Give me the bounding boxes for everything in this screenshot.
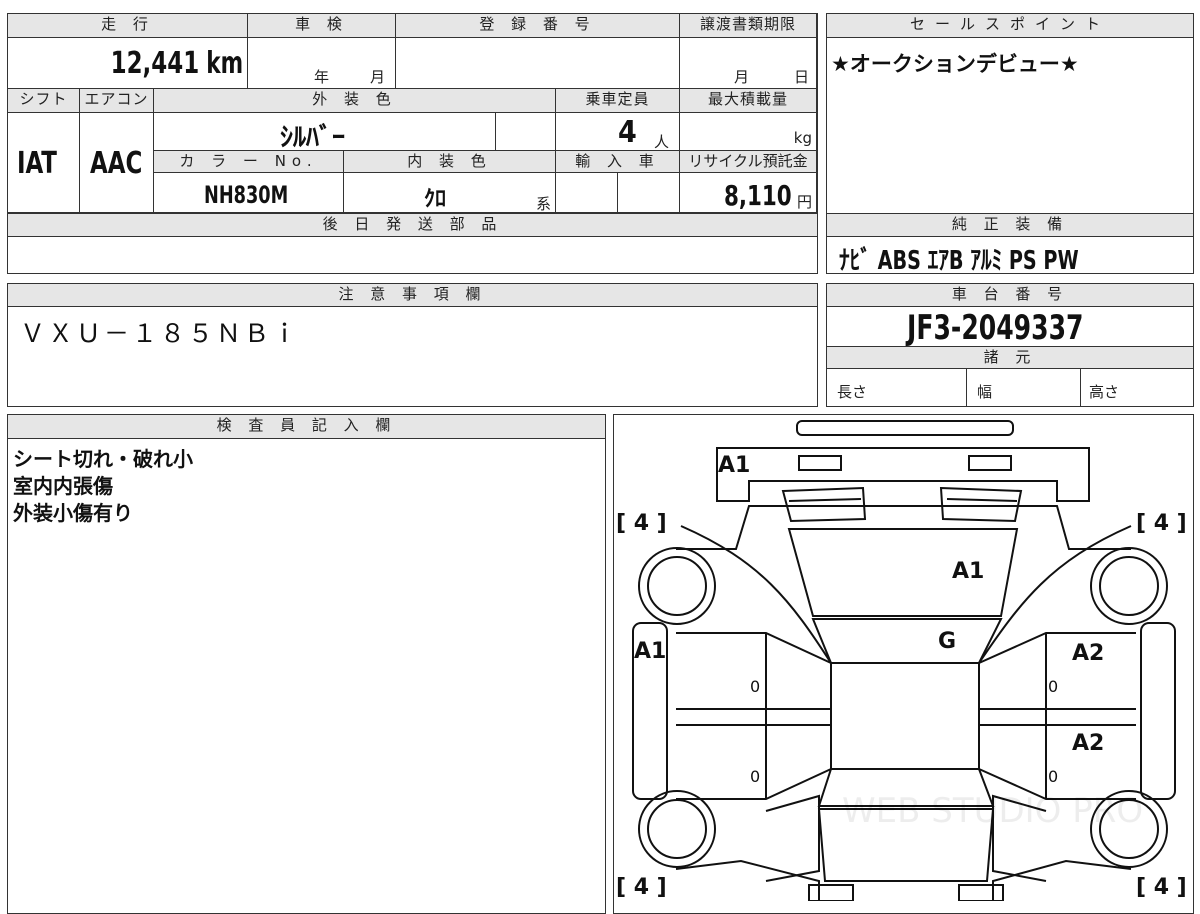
door-zero-left-rear: 0 xyxy=(750,767,761,786)
exterior-color-value: ｼﾙﾊﾞｰ xyxy=(280,123,346,153)
shift-header: シフト xyxy=(8,89,80,113)
length-cell: 長さ xyxy=(827,369,967,406)
max-load-header: 最大積載量 xyxy=(680,89,817,113)
color-no-value: NH830M xyxy=(204,181,289,209)
car-damage-diagram: [ 4 ] [ 4 ] [ 4 ] [ 4 ] A1 A1 G A1 A2 A2… xyxy=(613,414,1194,914)
door-zero-right-rear: 0 xyxy=(1048,767,1059,786)
sales-point-box: セールスポイント ★オークションデビュー★ xyxy=(826,13,1194,214)
shaken-header: 車 検 xyxy=(248,14,396,38)
damage-hood: A1 xyxy=(952,559,985,584)
aircon-cell: AAC xyxy=(80,113,154,213)
chassis-header: 車 台 番 号 xyxy=(827,284,1193,307)
exterior-color-header: 外 装 色 xyxy=(154,89,556,113)
transfer-deadline-header: 譲渡書類期限 xyxy=(680,14,817,38)
chassis-number: JF3-2049337 xyxy=(907,308,1084,348)
notes-header: 注 意 事 項 欄 xyxy=(8,284,817,307)
sales-point-header: セールスポイント xyxy=(827,14,1193,38)
vehicle-info-form: 走 行 車 検 登 録 番 号 譲渡書類期限 12,441 km 年 月 月 日… xyxy=(7,13,818,214)
aircon-header: エアコン xyxy=(80,89,154,113)
mileage-cell: 12,441 km xyxy=(8,38,248,89)
chassis-box: 車 台 番 号 JF3-2049337 諸 元 長さ 幅 高さ xyxy=(826,283,1194,407)
equipment-header: 純 正 装 備 xyxy=(827,214,1193,237)
inspector-line-1: シート切れ・破れ小 xyxy=(13,447,193,471)
registration-header: 登 録 番 号 xyxy=(396,14,680,38)
height-label: 高さ xyxy=(1089,383,1120,401)
interior-color-header: 内 装 色 xyxy=(344,151,556,173)
import-cell-right xyxy=(618,173,680,213)
mileage-value: 12,441 xyxy=(110,46,199,81)
capacity-header: 乗車定員 xyxy=(556,89,680,113)
interior-color-suffix: 系 xyxy=(536,195,552,213)
length-label: 長さ xyxy=(837,383,868,401)
shaken-year: 年 xyxy=(314,68,330,86)
shift-cell: IAT xyxy=(8,113,80,213)
later-parts-header: 後 日 発 送 部 品 xyxy=(8,214,817,237)
capacity-unit: 人 xyxy=(654,133,670,151)
max-load-cell: kg xyxy=(680,113,817,151)
aircon-value: AAC xyxy=(90,146,143,181)
interior-color-value: ｸﾛ xyxy=(424,187,447,212)
inspector-header: 検 査 員 記 入 欄 xyxy=(8,415,605,439)
door-zero-right-front: 0 xyxy=(1048,677,1059,696)
capacity-value: 4 xyxy=(618,115,637,150)
damage-right-rear-door: A2 xyxy=(1072,731,1105,756)
interior-color-cell: ｸﾛ 系 xyxy=(344,173,556,213)
watermark: WEB STUDIO PRO xyxy=(842,791,1144,831)
import-cell-left xyxy=(556,173,618,213)
recycle-unit: 円 xyxy=(796,193,812,211)
damage-left-front-fender: A1 xyxy=(634,639,667,664)
transfer-month: 月 xyxy=(734,68,750,86)
sales-point-text: ★オークションデビュー★ xyxy=(831,52,1079,76)
tire-mark-rear-right: [ 4 ] xyxy=(1136,875,1187,900)
color-no-cell: NH830M xyxy=(154,173,344,213)
width-label: 幅 xyxy=(977,383,993,401)
recycle-value: 8,110 xyxy=(724,179,792,212)
spec-header: 諸 元 xyxy=(827,346,1193,369)
exterior-color-extra-cell xyxy=(496,113,556,151)
color-no-header: カ ラ ー No. xyxy=(154,151,344,173)
width-cell: 幅 xyxy=(967,369,1081,406)
later-parts-box: 後 日 発 送 部 品 xyxy=(7,213,818,274)
max-load-unit: kg xyxy=(793,129,812,147)
shaken-cell: 年 月 xyxy=(248,38,396,89)
tire-mark-front-left: [ 4 ] xyxy=(616,511,667,536)
registration-cell xyxy=(396,38,680,89)
capacity-cell: 4 人 xyxy=(556,113,680,151)
recycle-cell: 8,110 円 xyxy=(680,173,817,213)
transfer-deadline-cell: 月 日 xyxy=(680,38,817,89)
notes-box: 注 意 事 項 欄 ＶＸＵ－１８５ＮＢｉ xyxy=(7,283,818,407)
damage-windshield: G xyxy=(938,629,957,654)
tire-mark-front-right: [ 4 ] xyxy=(1136,511,1187,536)
mileage-unit: km xyxy=(206,46,243,81)
import-header: 輸 入 車 xyxy=(556,151,680,173)
tire-mark-rear-left: [ 4 ] xyxy=(616,875,667,900)
inspector-line-3: 外装小傷有り xyxy=(13,501,133,525)
notes-text: ＶＸＵ－１８５ＮＢｉ xyxy=(20,319,301,348)
mileage-header: 走 行 xyxy=(8,14,248,38)
inspector-box: 検 査 員 記 入 欄 シート切れ・破れ小 室内内張傷 外装小傷有り xyxy=(7,414,606,914)
damage-front-bumper: A1 xyxy=(718,453,751,478)
damage-right-front-door: A2 xyxy=(1072,641,1105,666)
shaken-month: 月 xyxy=(370,68,386,86)
exterior-color-cell: ｼﾙﾊﾞｰ xyxy=(154,113,496,153)
equipment-text: ﾅﾋﾞ ABS ｴｱB ｱﾙﾐ PS PW xyxy=(839,246,1079,276)
shift-value: IAT xyxy=(17,146,57,181)
equipment-box: 純 正 装 備 ﾅﾋﾞ ABS ｴｱB ｱﾙﾐ PS PW xyxy=(826,213,1194,276)
transfer-day: 日 xyxy=(794,68,810,86)
inspector-line-2: 室内内張傷 xyxy=(13,474,113,498)
height-cell: 高さ xyxy=(1081,369,1193,406)
door-zero-left-front: 0 xyxy=(750,677,761,696)
recycle-header: リサイクル預託金 xyxy=(680,151,817,173)
